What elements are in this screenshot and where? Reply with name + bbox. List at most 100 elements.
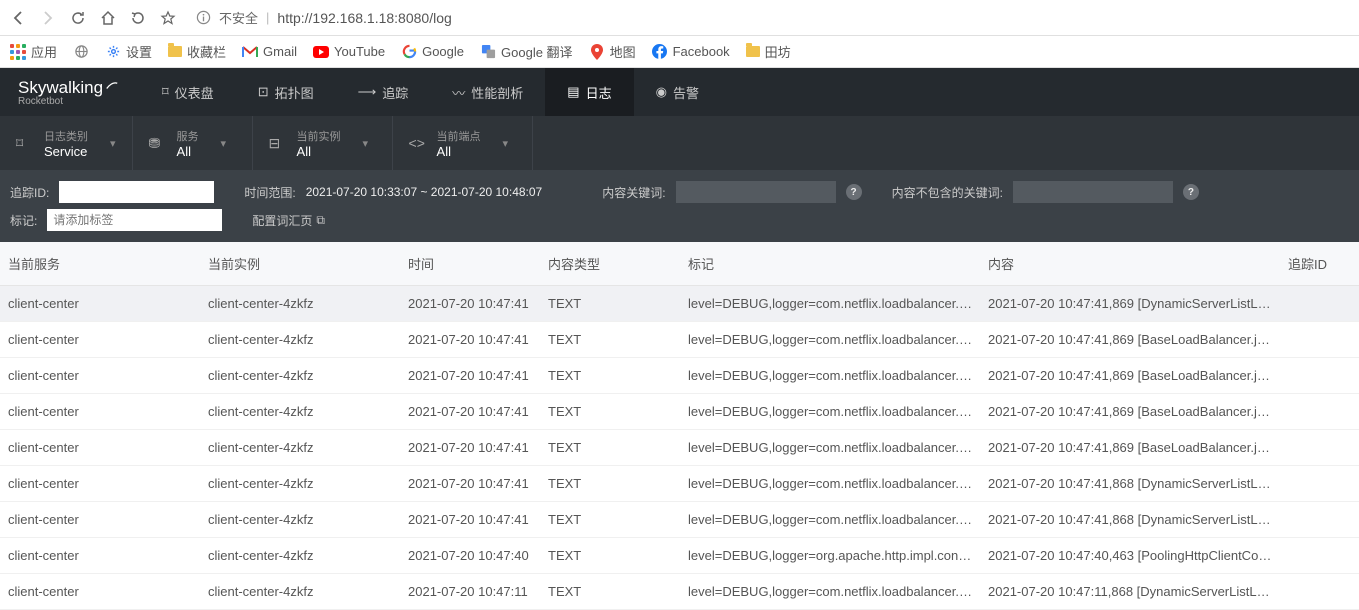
cell-time: 2021-07-20 10:47:41	[400, 358, 540, 394]
cell-service: client-center	[0, 394, 200, 430]
bookmark-maps[interactable]: 地图	[589, 42, 636, 61]
chevron-down-icon: ▾	[503, 137, 509, 150]
cell-content: 2021-07-20 10:47:41,868 [DynamicServerLi…	[980, 466, 1280, 502]
table-row[interactable]: client-centerclient-center-4zkfz2021-07-…	[0, 502, 1359, 538]
bookmark-favbar[interactable]: 收藏栏	[168, 42, 226, 61]
cell-trace-id	[1280, 358, 1359, 394]
table-row[interactable]: client-centerclient-center-4zkfz2021-07-…	[0, 466, 1359, 502]
filter-category[interactable]: ⌑ 日志类别Service ▾	[0, 116, 133, 170]
cell-service: client-center	[0, 574, 200, 610]
youtube-icon	[313, 44, 329, 60]
translate-icon	[480, 44, 496, 60]
bookmark-globe[interactable]	[73, 44, 89, 60]
cell-instance: client-center-4zkfz	[200, 322, 400, 358]
cell-trace-id	[1280, 574, 1359, 610]
undo-nav-button[interactable]	[128, 8, 148, 28]
bookmark-settings[interactable]: 设置	[105, 42, 152, 61]
table-row[interactable]: client-centerclient-center-4zkfz2021-07-…	[0, 322, 1359, 358]
table-row[interactable]: client-centerclient-center-4zkfz2021-07-…	[0, 430, 1359, 466]
apps-button[interactable]: 应用	[10, 42, 57, 61]
topo-icon: ⊡	[258, 84, 269, 100]
apps-icon	[10, 44, 26, 60]
cell-service: client-center	[0, 358, 200, 394]
cell-type: TEXT	[540, 574, 680, 610]
instance-icon: ⊟	[269, 135, 287, 152]
cell-instance: client-center-4zkfz	[200, 430, 400, 466]
log-table: 当前服务 当前实例 时间 内容类型 标记 内容 追踪ID client-cent…	[0, 242, 1359, 610]
cell-time: 2021-07-20 10:47:40	[400, 538, 540, 574]
back-button[interactable]	[8, 8, 28, 28]
cell-type: TEXT	[540, 538, 680, 574]
trace-id-input[interactable]	[59, 181, 214, 203]
info-icon	[196, 10, 211, 25]
cell-service: client-center	[0, 286, 200, 322]
tab-alarm[interactable]: ◉告警	[634, 68, 721, 116]
bookmark-google[interactable]: Google	[401, 44, 464, 60]
cell-tag: level=DEBUG,logger=com.netflix.loadbalan…	[680, 286, 980, 322]
filter-instance[interactable]: ⊟ 当前实例All ▾	[253, 116, 393, 170]
app-header: Skywalking Rocketbot ⌑仪表盘 ⊡拓扑图 ⟶追踪 〰性能剖析…	[0, 68, 1359, 116]
home-button[interactable]	[98, 8, 118, 28]
url-bar[interactable]: 不安全 | http://192.168.1.18:8080/log	[188, 8, 1351, 27]
cell-type: TEXT	[540, 502, 680, 538]
cell-time: 2021-07-20 10:47:11	[400, 574, 540, 610]
cell-trace-id	[1280, 430, 1359, 466]
cell-content: 2021-07-20 10:47:40,463 [PoolingHttpClie…	[980, 538, 1280, 574]
external-link-icon: ⧉	[316, 213, 325, 228]
chevron-down-icon: ▾	[110, 137, 116, 150]
cell-trace-id	[1280, 538, 1359, 574]
cell-content: 2021-07-20 10:47:41,869 [BaseLoadBalance…	[980, 430, 1280, 466]
table-row[interactable]: client-centerclient-center-4zkfz2021-07-…	[0, 358, 1359, 394]
help-icon[interactable]: ?	[1183, 184, 1199, 200]
tab-dashboard[interactable]: ⌑仪表盘	[140, 68, 236, 116]
col-trace-id: 追踪ID	[1280, 242, 1359, 286]
folder-icon	[746, 46, 760, 57]
logo[interactable]: Skywalking Rocketbot	[0, 78, 140, 107]
category-icon: ⌑	[16, 135, 34, 152]
cell-time: 2021-07-20 10:47:41	[400, 466, 540, 502]
forward-button[interactable]	[38, 8, 58, 28]
filter-endpoint[interactable]: <> 当前端点All ▾	[393, 116, 533, 170]
table-row[interactable]: client-centerclient-center-4zkfz2021-07-…	[0, 394, 1359, 430]
cell-instance: client-center-4zkfz	[200, 538, 400, 574]
keyword-input[interactable]	[676, 181, 836, 203]
bookmark-gtranslate[interactable]: Google 翻译	[480, 42, 573, 61]
tab-topo[interactable]: ⊡拓扑图	[236, 68, 336, 116]
cell-instance: client-center-4zkfz	[200, 574, 400, 610]
facebook-icon	[652, 44, 668, 60]
cell-trace-id	[1280, 466, 1359, 502]
google-icon	[401, 44, 417, 60]
tab-perf[interactable]: 〰性能剖析	[430, 68, 545, 116]
table-row[interactable]: client-centerclient-center-4zkfz2021-07-…	[0, 574, 1359, 610]
star-button[interactable]	[158, 8, 178, 28]
reload-button[interactable]	[68, 8, 88, 28]
bookmark-youtube[interactable]: YouTube	[313, 44, 385, 60]
globe-icon	[73, 44, 89, 60]
cell-type: TEXT	[540, 466, 680, 502]
insecure-label: 不安全	[219, 8, 258, 27]
filter-service[interactable]: ⛃ 服务All ▾	[133, 116, 253, 170]
time-range[interactable]: 2021-07-20 10:33:07 ~ 2021-07-20 10:48:0…	[306, 185, 543, 199]
tags-input[interactable]	[47, 209, 222, 231]
col-time: 时间	[400, 242, 540, 286]
cell-content: 2021-07-20 10:47:41,869 [BaseLoadBalance…	[980, 322, 1280, 358]
tab-log[interactable]: ▤日志	[545, 68, 633, 116]
bookmark-tianfang[interactable]: 田坊	[746, 42, 791, 61]
table-row[interactable]: client-centerclient-center-4zkfz2021-07-…	[0, 538, 1359, 574]
bookmark-gmail[interactable]: Gmail	[242, 44, 297, 60]
col-instance: 当前实例	[200, 242, 400, 286]
help-icon[interactable]: ?	[846, 184, 862, 200]
folder-icon	[168, 46, 182, 57]
cell-service: client-center	[0, 502, 200, 538]
exclude-input[interactable]	[1013, 181, 1173, 203]
browser-toolbar: 不安全 | http://192.168.1.18:8080/log	[0, 0, 1359, 36]
col-content: 内容	[980, 242, 1280, 286]
config-link[interactable]: 配置词汇页 ⧉	[252, 212, 325, 229]
table-row[interactable]: client-centerclient-center-4zkfz2021-07-…	[0, 286, 1359, 322]
tab-trace[interactable]: ⟶追踪	[336, 68, 431, 116]
cell-tag: level=DEBUG,logger=org.apache.http.impl.…	[680, 538, 980, 574]
bookmark-facebook[interactable]: Facebook	[652, 44, 730, 60]
cell-service: client-center	[0, 466, 200, 502]
cell-content: 2021-07-20 10:47:41,869 [BaseLoadBalance…	[980, 394, 1280, 430]
cell-time: 2021-07-20 10:47:41	[400, 394, 540, 430]
